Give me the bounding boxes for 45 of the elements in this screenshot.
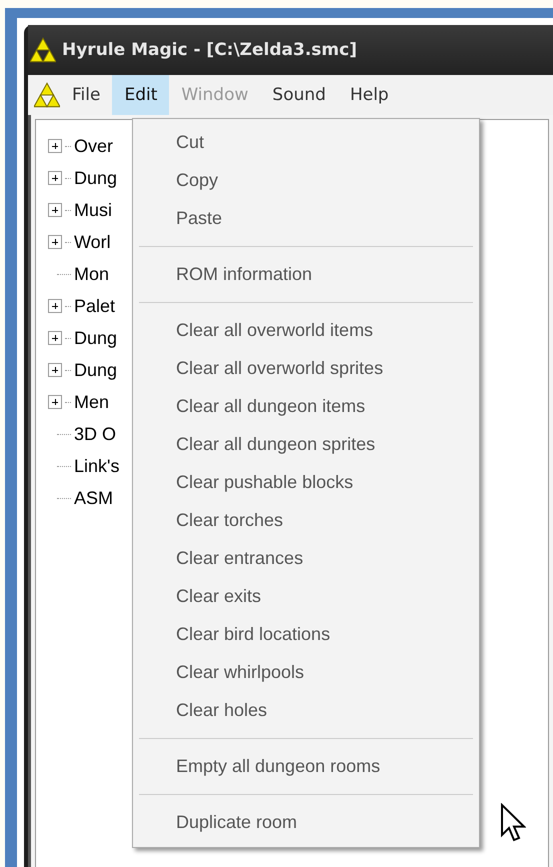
tree-item[interactable]: Dung	[74, 328, 118, 348]
tree-item[interactable]: 3D O	[74, 424, 116, 444]
menu-item[interactable]: Sound	[260, 75, 338, 115]
menu-entry[interactable]: Clear all overworld sprites	[133, 349, 479, 387]
expand-icon[interactable]	[48, 395, 62, 409]
menu-entry[interactable]: Clear holes	[133, 691, 479, 729]
tree-item[interactable]: Over	[74, 136, 114, 156]
expand-icon[interactable]	[48, 235, 62, 249]
menu-entry[interactable]: Clear entrances	[133, 539, 479, 577]
menu-item[interactable]: Edit	[112, 75, 170, 115]
tree-item[interactable]: ASM	[74, 488, 114, 508]
mouse-pointer-icon	[500, 803, 526, 843]
tree-item[interactable]: Dung	[74, 360, 118, 380]
tree-item[interactable]: Men	[74, 392, 110, 412]
tree-item[interactable]: Dung	[74, 168, 118, 188]
tree-item[interactable]: Palet	[74, 296, 116, 316]
triforce-icon	[34, 82, 60, 108]
menu-entry[interactable]: Clear whirlpools	[133, 653, 479, 691]
menu-item[interactable]: File	[60, 75, 112, 115]
menu-entry[interactable]: Copy	[133, 161, 479, 199]
menu-entry[interactable]: ROM information	[133, 255, 479, 293]
expand-icon[interactable]	[48, 171, 62, 185]
menu-entry[interactable]: Paste	[133, 199, 479, 237]
expand-icon[interactable]	[48, 331, 62, 345]
menu-entry[interactable]: Clear pushable blocks	[133, 463, 479, 501]
tree-item[interactable]: Link's	[74, 456, 120, 476]
menu-entry[interactable]: Clear bird locations	[133, 615, 479, 653]
menu-entry[interactable]: Clear torches	[133, 501, 479, 539]
expand-icon[interactable]	[48, 203, 62, 217]
tree-item[interactable]: Mon	[74, 264, 110, 284]
menu-entry[interactable]: Cut	[133, 123, 479, 161]
menu-entry[interactable]: Clear all dungeon sprites	[133, 425, 479, 463]
tree-item[interactable]: Worl	[74, 232, 111, 252]
expand-icon[interactable]	[48, 139, 62, 153]
menu-entry[interactable]: Clear all overworld items	[133, 311, 479, 349]
expand-icon[interactable]	[48, 363, 62, 377]
menu-entry[interactable]: Clear all dungeon items	[133, 387, 479, 425]
menu-entry[interactable]: Empty all dungeon rooms	[133, 747, 479, 785]
window-title: Hyrule Magic - [C:\Zelda3.smc]	[62, 40, 357, 60]
triforce-icon	[30, 37, 56, 63]
menu-entry[interactable]: Duplicate room	[133, 803, 479, 841]
menu-item[interactable]: Help	[338, 75, 401, 115]
menu-entry[interactable]: Clear exits	[133, 577, 479, 615]
expand-icon[interactable]	[48, 299, 62, 313]
tree-item[interactable]: Musi	[74, 200, 112, 220]
